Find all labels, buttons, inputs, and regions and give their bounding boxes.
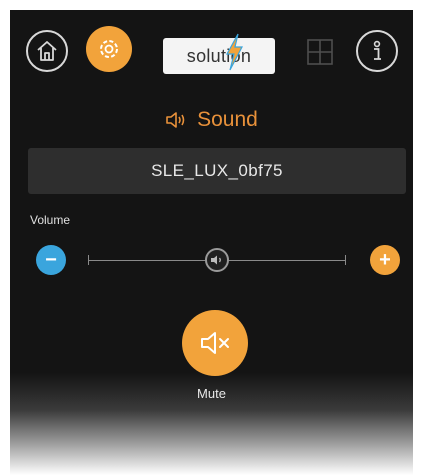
minus-icon: − bbox=[45, 249, 57, 271]
volume-slider-thumb[interactable] bbox=[205, 248, 229, 272]
volume-down-button[interactable]: − bbox=[36, 245, 66, 275]
settings-button[interactable] bbox=[86, 26, 132, 72]
mute-label: Mute bbox=[197, 386, 226, 401]
volume-up-button[interactable]: + bbox=[370, 245, 400, 275]
gear-icon bbox=[100, 40, 118, 58]
mute-icon bbox=[201, 332, 229, 354]
app-screen: solution Sound SLE_LUX_0bf75 Volume − + … bbox=[10, 10, 413, 475]
info-icon bbox=[373, 40, 381, 60]
slider-tick-max bbox=[345, 255, 346, 265]
device-name: SLE_LUX_0bf75 bbox=[151, 161, 283, 180]
home-icon bbox=[37, 41, 57, 61]
mute-button[interactable] bbox=[182, 310, 248, 376]
brand-logo: solution bbox=[163, 33, 275, 74]
volume-label: Volume bbox=[30, 213, 71, 227]
home-button[interactable] bbox=[26, 30, 68, 72]
plus-icon: + bbox=[379, 249, 391, 271]
speaker-icon bbox=[211, 255, 221, 265]
page-title-text: Sound bbox=[197, 108, 258, 131]
bolt-icon bbox=[225, 33, 243, 71]
speaker-icon bbox=[166, 112, 185, 128]
device-name-box: SLE_LUX_0bf75 bbox=[28, 148, 406, 194]
info-button[interactable] bbox=[356, 30, 398, 72]
slider-tick-min bbox=[88, 255, 89, 265]
page-title: Sound bbox=[10, 106, 413, 134]
grid-icon[interactable] bbox=[306, 38, 334, 66]
